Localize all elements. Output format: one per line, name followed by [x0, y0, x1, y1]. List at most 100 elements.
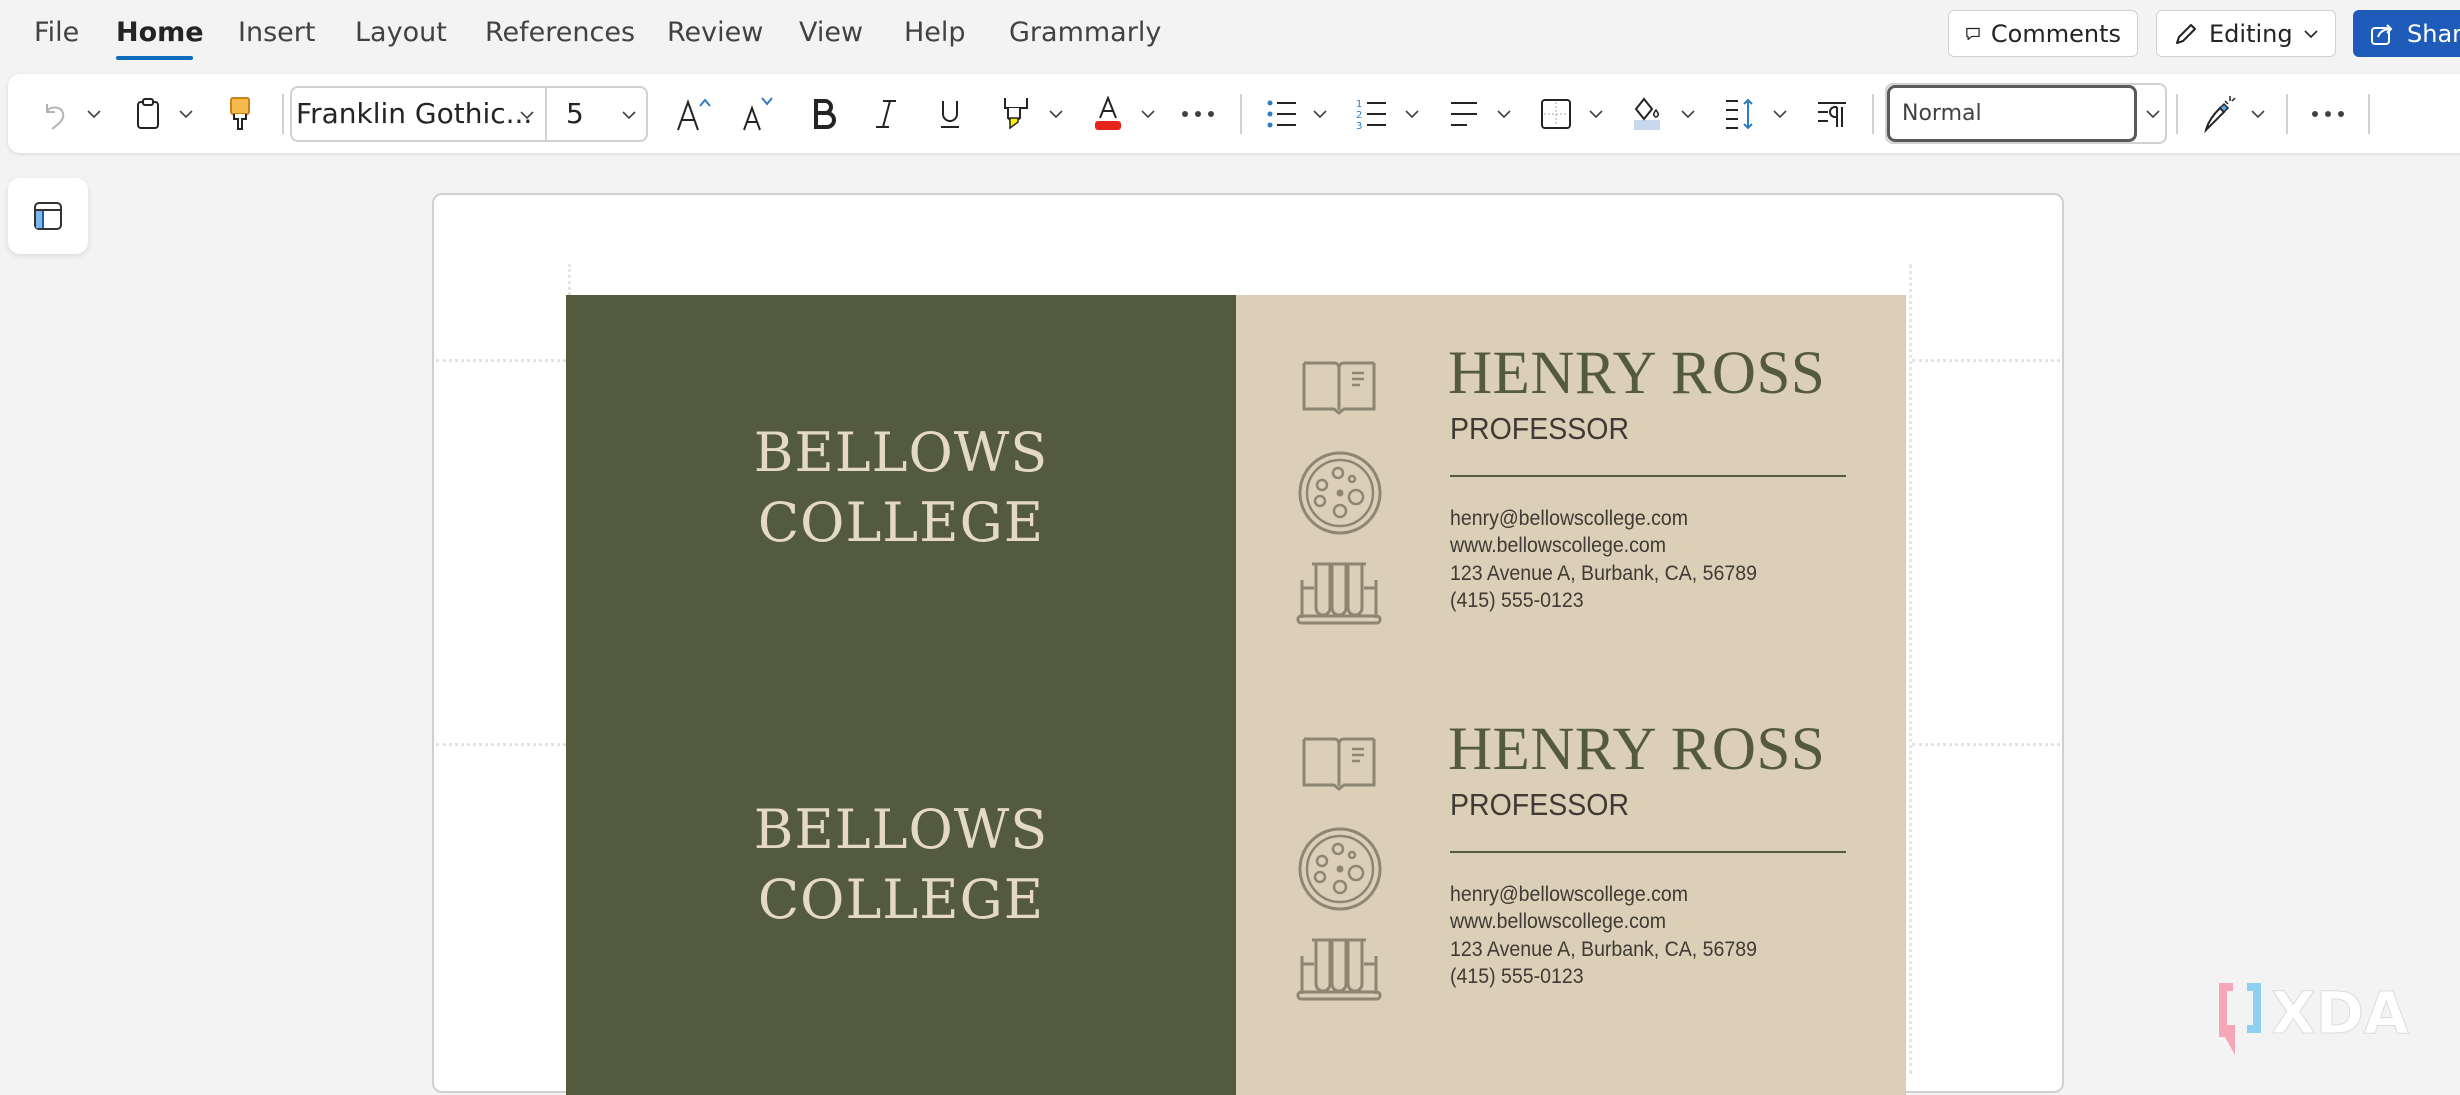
- format-painter-button[interactable]: [222, 74, 258, 153]
- card-logo-panel: [566, 295, 1236, 1095]
- grow-font-button[interactable]: [672, 74, 716, 153]
- borders-button[interactable]: [1538, 74, 1574, 153]
- align-left-icon: [1451, 101, 1477, 126]
- chevron-down-icon[interactable]: [622, 108, 636, 122]
- share-button[interactable]: Share: [2353, 10, 2460, 57]
- pencil-icon: [2176, 23, 2196, 44]
- shrink-font-button[interactable]: [736, 74, 780, 153]
- highlight-button[interactable]: [998, 74, 1034, 153]
- open-book-icon: [1302, 737, 1376, 791]
- toolbar-separator: [1240, 94, 1242, 134]
- tab-references[interactable]: References: [485, 14, 635, 52]
- phone-text[interactable]: (415) 555-0123: [1450, 963, 1584, 991]
- address-text[interactable]: 123 Avenue A, Burbank, CA, 56789: [1450, 560, 1757, 588]
- chevron-down-icon: [1141, 109, 1155, 118]
- underline-icon: [941, 100, 959, 128]
- website-text[interactable]: www.bellowscollege.com: [1450, 908, 1666, 936]
- font-color-dropdown[interactable]: [1136, 74, 1160, 153]
- person-title[interactable]: PROFESSOR: [1450, 788, 1629, 822]
- line-spacing-dropdown[interactable]: [1768, 74, 1792, 153]
- underline-button[interactable]: [932, 74, 968, 153]
- tab-file[interactable]: File: [34, 14, 79, 52]
- tab-home[interactable]: Home: [116, 14, 204, 52]
- address-text[interactable]: 123 Avenue A, Burbank, CA, 56789: [1450, 936, 1757, 964]
- chevron-down-icon: [1405, 109, 1419, 118]
- more-font-options-button[interactable]: [1178, 74, 1218, 153]
- comment-icon: [1966, 27, 1980, 40]
- editing-mode-button[interactable]: Editing: [2156, 10, 2336, 57]
- format-painter-icon: [230, 96, 250, 130]
- bold-icon: [814, 98, 836, 129]
- person-name[interactable]: HENRY ROSS: [1448, 719, 1825, 780]
- chevron-down-icon: [87, 109, 101, 118]
- grow-font-icon: [677, 97, 711, 130]
- show-formatting-button[interactable]: [1814, 74, 1850, 153]
- line-spacing-button[interactable]: [1722, 74, 1758, 153]
- bold-button[interactable]: [806, 74, 842, 153]
- svg-text:3: 3: [1356, 121, 1362, 131]
- numbering-dropdown[interactable]: [1400, 74, 1424, 153]
- college-name-line1[interactable]: BELLOWS: [566, 795, 1236, 865]
- tab-insert[interactable]: Insert: [238, 14, 315, 52]
- paragraph-mark-icon: [1818, 101, 1846, 127]
- navigation-pane-button[interactable]: [8, 178, 88, 254]
- highlight-icon: [1004, 97, 1028, 129]
- chevron-down-icon: [1313, 109, 1327, 118]
- shading-dropdown[interactable]: [1676, 74, 1700, 153]
- numbering-button[interactable]: 123: [1354, 74, 1390, 153]
- tab-grammarly[interactable]: Grammarly: [1009, 14, 1161, 52]
- chevron-down-icon[interactable]: [2146, 107, 2160, 121]
- clipboard-icon: [137, 97, 159, 129]
- style-input[interactable]: Normal: [1887, 85, 2137, 142]
- tab-layout[interactable]: Layout: [355, 14, 447, 52]
- person-title[interactable]: PROFESSOR: [1450, 412, 1629, 446]
- more-options-button[interactable]: [2308, 74, 2348, 153]
- email-text[interactable]: henry@bellowscollege.com: [1450, 881, 1688, 909]
- share-label: Share: [2407, 19, 2460, 48]
- italic-button[interactable]: [868, 74, 904, 153]
- card-divider: [1450, 851, 1846, 853]
- designer-icon: [2204, 95, 2236, 133]
- font-picker[interactable]: Franklin Gothic... 5: [290, 86, 648, 142]
- college-name-line2[interactable]: COLLEGE: [566, 488, 1236, 558]
- bullets-dropdown[interactable]: [1308, 74, 1332, 153]
- chevron-down-icon: [1681, 109, 1695, 118]
- table-gridline: [1912, 359, 2060, 362]
- xda-logo-icon: XDA: [2219, 979, 2409, 1055]
- phone-text[interactable]: (415) 555-0123: [1450, 587, 1584, 615]
- share-icon: [2371, 23, 2393, 45]
- bullets-button[interactable]: [1264, 74, 1300, 153]
- paste-dropdown[interactable]: [174, 74, 198, 153]
- borders-dropdown[interactable]: [1584, 74, 1608, 153]
- chevron-down-icon[interactable]: [520, 108, 534, 122]
- style-value: Normal: [1902, 101, 1982, 126]
- editing-label: Editing: [2209, 19, 2293, 48]
- comments-button[interactable]: Comments: [1948, 10, 2138, 57]
- shading-icon: [1634, 96, 1660, 130]
- comments-label: Comments: [1990, 19, 2121, 48]
- paste-button[interactable]: [130, 74, 166, 153]
- font-size-value[interactable]: 5: [566, 88, 584, 140]
- email-text[interactable]: henry@bellowscollege.com: [1450, 505, 1688, 533]
- college-name-line2[interactable]: COLLEGE: [566, 865, 1236, 935]
- font-box-divider: [545, 88, 547, 140]
- font-name-value[interactable]: Franklin Gothic...: [296, 88, 532, 140]
- tab-help[interactable]: Help: [904, 14, 966, 52]
- shrink-font-icon: [743, 96, 773, 130]
- align-dropdown[interactable]: [1492, 74, 1516, 153]
- designer-button[interactable]: [2200, 74, 2240, 153]
- undo-button[interactable]: [36, 74, 76, 153]
- college-name-line1[interactable]: BELLOWS: [566, 418, 1236, 488]
- font-color-button[interactable]: [1090, 74, 1126, 153]
- toolbar-separator: [2368, 94, 2370, 134]
- designer-dropdown[interactable]: [2246, 74, 2270, 153]
- tab-view[interactable]: View: [799, 14, 863, 52]
- person-name[interactable]: HENRY ROSS: [1448, 343, 1825, 404]
- align-button[interactable]: [1446, 74, 1482, 153]
- shading-button[interactable]: [1630, 74, 1666, 153]
- tab-review[interactable]: Review: [667, 14, 763, 52]
- highlight-dropdown[interactable]: [1044, 74, 1068, 153]
- style-picker[interactable]: Normal: [1885, 83, 2167, 144]
- undo-dropdown[interactable]: [82, 74, 106, 153]
- website-text[interactable]: www.bellowscollege.com: [1450, 532, 1666, 560]
